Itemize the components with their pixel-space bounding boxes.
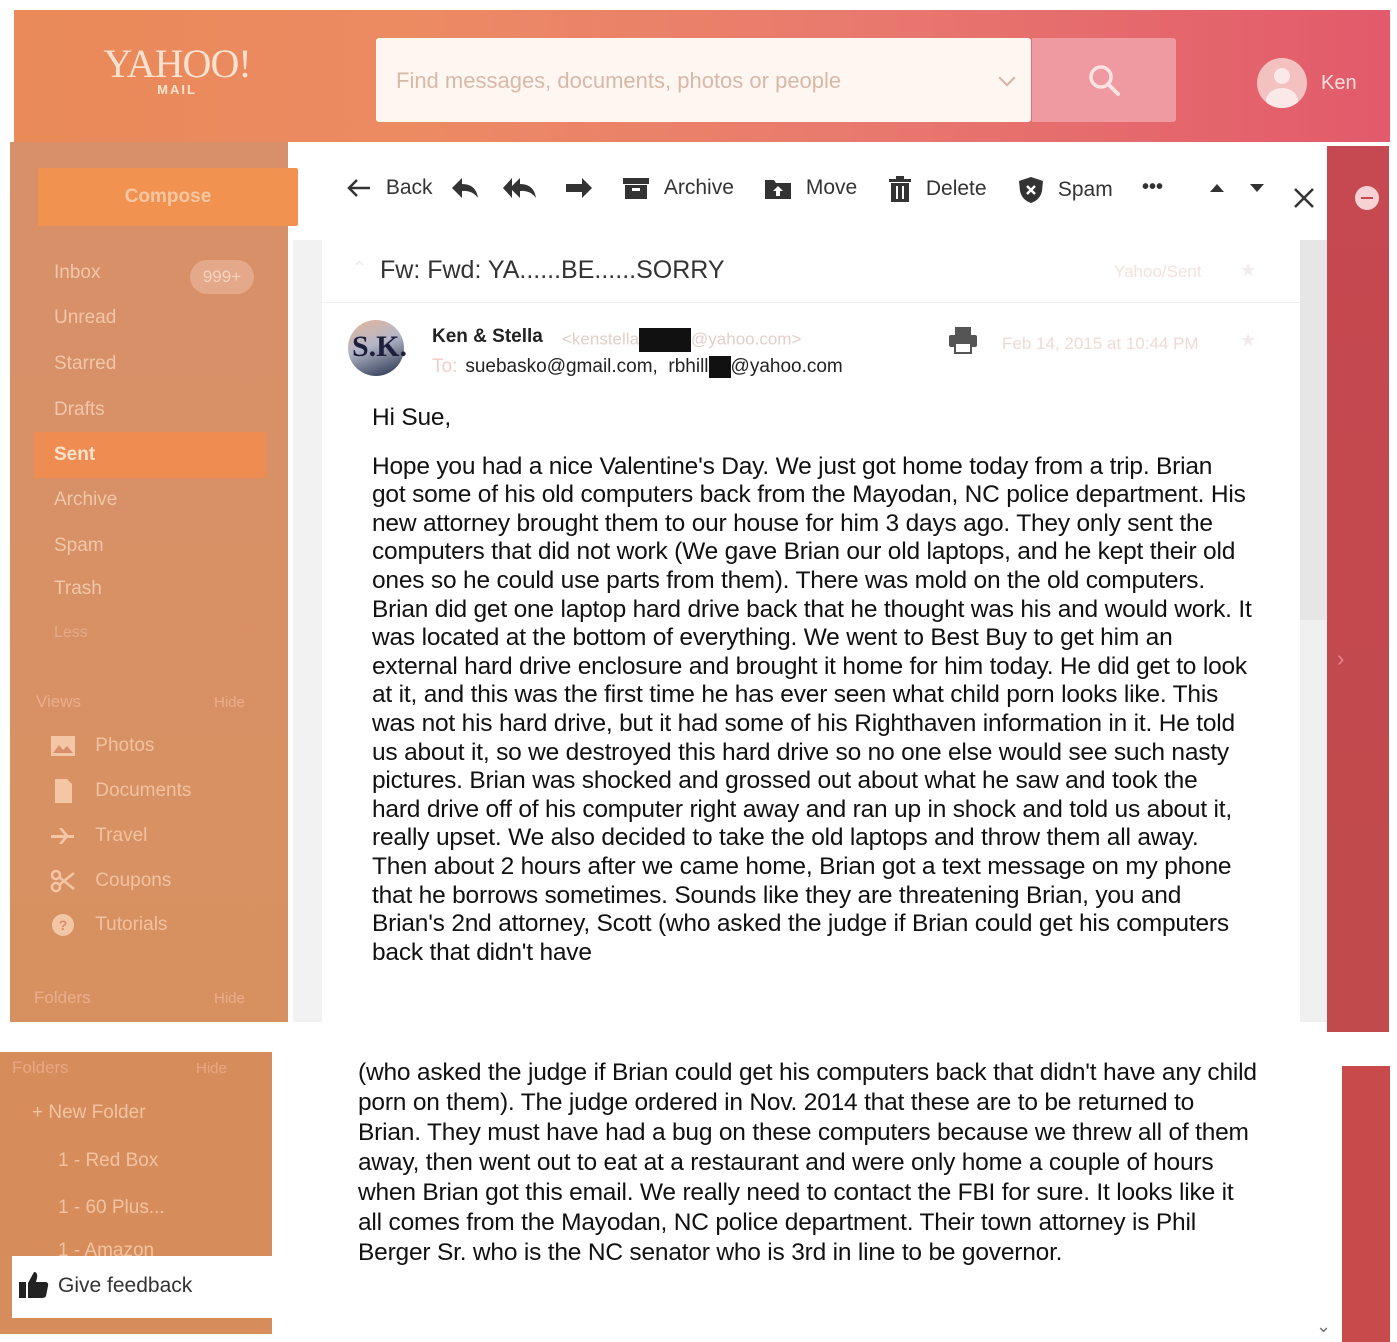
svg-text:?: ?	[59, 917, 68, 933]
message-toolbar: Back Archive Move Delete Spam •••	[322, 146, 1314, 238]
folders-hide-toggle[interactable]: Hide	[214, 990, 245, 1007]
message-header: S.K. Ken & Stella <kenstella @yahoo.com> …	[322, 312, 1300, 392]
folders-hide-toggle-repeat[interactable]: Hide	[196, 1060, 227, 1077]
message-view: Back Archive Move Delete Spam ••• ⌃ Fw: …	[322, 146, 1314, 1032]
sidebar-item-inbox[interactable]: Inbox	[54, 262, 100, 284]
thread-chevron-icon[interactable]: ⌃	[352, 258, 367, 279]
message-greeting: Hi Sue,	[372, 404, 451, 431]
recipient-1[interactable]: suebasko@gmail.com,	[465, 356, 657, 377]
search-icon	[1089, 65, 1120, 96]
chevron-down-icon[interactable]	[998, 69, 1016, 87]
compose-button[interactable]: Compose	[38, 168, 298, 226]
recipient-2[interactable]: rbhill @yahoo.com	[668, 356, 843, 378]
views-hide-toggle[interactable]: Hide	[214, 694, 245, 711]
yahoo-mail-logo[interactable]: YAHOO! MAIL	[102, 41, 252, 98]
star-icon[interactable]: ★	[1240, 260, 1256, 281]
printer-icon[interactable]	[948, 326, 978, 354]
sidebar-item-starred[interactable]: Starred	[54, 353, 116, 375]
back-button[interactable]: Back	[346, 176, 433, 206]
trash-icon	[889, 176, 911, 202]
close-message-button[interactable]	[1294, 186, 1316, 216]
sender-email: <kenstella @yahoo.com>	[562, 328, 801, 352]
scissors-icon	[50, 869, 75, 893]
move-button[interactable]: Move	[764, 176, 857, 206]
sidebar-item-drafts[interactable]: Drafts	[54, 399, 105, 421]
reply-all-icon	[503, 178, 536, 199]
new-folder-button[interactable]: + New Folder	[32, 1102, 146, 1124]
caret-down-icon	[1250, 184, 1264, 193]
search-box[interactable]: Find messages, documents, photos or peop…	[376, 38, 1031, 122]
caret-up-icon	[1210, 184, 1224, 193]
view-coupons[interactable]: Coupons	[50, 869, 171, 899]
search-input[interactable]: Find messages, documents, photos or peop…	[396, 68, 841, 94]
view-travel[interactable]: Travel	[50, 824, 147, 854]
recipients: To: suebasko@gmail.com, rbhill @yahoo.com	[432, 356, 843, 378]
folders-section-label: Folders	[34, 988, 91, 1007]
sidebar-item-trash[interactable]: Trash	[54, 578, 102, 600]
forward-icon	[566, 178, 592, 199]
sidebar: Compose Inbox 999+ Unread Starred Drafts…	[10, 142, 298, 1022]
right-rail: ›	[1327, 146, 1389, 1032]
give-feedback-button[interactable]: Give feedback	[12, 1256, 272, 1318]
archive-button[interactable]: Archive	[622, 176, 734, 206]
message-list-scrollbar[interactable]	[293, 240, 323, 1022]
folder-move-icon	[765, 180, 791, 200]
view-tutorials[interactable]: ? Tutorials	[50, 913, 167, 943]
message-folder-tag[interactable]: Yahoo/Sent	[1114, 262, 1202, 282]
message-date: Feb 14, 2015 at 10:44 PM	[1002, 334, 1199, 353]
photo-icon	[51, 736, 75, 756]
message-body-continued: (who asked the judge if Brian could get …	[358, 1059, 1257, 1266]
sidebar-item-spam[interactable]: Spam	[54, 535, 104, 557]
arrow-left-icon	[347, 179, 370, 198]
folders-section-label-repeat: Folders	[12, 1058, 69, 1077]
plane-icon	[51, 828, 74, 844]
inbox-unread-badge: 999+	[190, 260, 254, 294]
sidebar-item-archive[interactable]: Archive	[54, 489, 117, 511]
redaction-box	[708, 356, 731, 378]
sender-name[interactable]: Ken & Stella	[432, 326, 543, 348]
help-icon: ?	[52, 914, 74, 936]
previous-message-button[interactable]	[1208, 176, 1226, 206]
give-feedback-label: Give feedback	[58, 1274, 193, 1297]
reply-icon	[452, 178, 478, 199]
user-avatar[interactable]	[1257, 58, 1307, 108]
delete-button[interactable]: Delete	[888, 176, 987, 206]
sidebar-item-sent[interactable]: Sent	[34, 432, 266, 478]
subject-bar: ⌃ Fw: Fwd: YA......BE......SORRY Yahoo/S…	[322, 242, 1300, 303]
app-header: YAHOO! MAIL Find messages, documents, ph…	[14, 10, 1390, 142]
reply-button[interactable]	[450, 176, 480, 206]
shield-icon	[1019, 177, 1043, 203]
search-button[interactable]	[1032, 38, 1176, 122]
document-icon	[55, 779, 72, 803]
folder-item[interactable]: 1 - 60 Plus...	[58, 1197, 165, 1219]
user-name[interactable]: Ken	[1321, 72, 1357, 95]
message-paragraph: Hope you had a nice Valentine's Day. We …	[372, 452, 1252, 966]
sender-avatar: S.K.	[348, 320, 407, 376]
redaction-box	[639, 328, 692, 352]
message-subject: Fw: Fwd: YA......BE......SORRY	[380, 256, 725, 284]
thumbs-up-icon	[19, 1272, 49, 1298]
next-message-button[interactable]	[1248, 176, 1266, 206]
scroll-down-icon[interactable]: ⌄	[1316, 1316, 1331, 1337]
print-header-strip	[0, 0, 1397, 10]
sidebar-less-toggle[interactable]: Less	[54, 624, 88, 642]
collapse-icon[interactable]	[1355, 186, 1379, 210]
message-scrollbar[interactable]	[1300, 240, 1327, 1022]
view-photos[interactable]: Photos	[50, 734, 154, 764]
views-section-label: Views	[36, 692, 82, 711]
right-rail-lower	[1342, 1066, 1390, 1342]
sidebar-item-unread[interactable]: Unread	[54, 307, 116, 329]
folder-item[interactable]: 1 - Red Box	[58, 1150, 158, 1172]
view-documents[interactable]: Documents	[50, 779, 191, 809]
spam-button[interactable]: Spam	[1018, 176, 1113, 206]
archive-icon	[623, 178, 649, 200]
close-icon	[1294, 188, 1314, 209]
more-actions-button[interactable]: •••	[1142, 176, 1163, 206]
logo-main: YAHOO!	[103, 41, 251, 86]
star-icon[interactable]: ★	[1240, 330, 1256, 351]
reply-all-button[interactable]	[502, 176, 538, 206]
message-body: Hi Sue, Hope you had a nice Valentine's …	[372, 404, 1252, 987]
chevron-right-icon[interactable]: ›	[1337, 646, 1344, 672]
forward-button[interactable]	[564, 176, 594, 206]
